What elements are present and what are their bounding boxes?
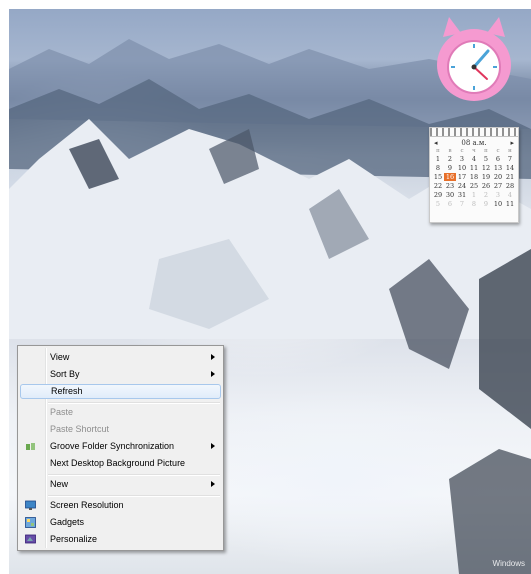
calendar-weekday: ч — [472, 148, 476, 154]
calendar-weekday: в — [448, 148, 452, 154]
calendar-day[interactable]: 6 — [444, 200, 456, 208]
windows-watermark: Windows — [492, 559, 525, 568]
calendar-day[interactable]: 7 — [456, 200, 468, 208]
calendar-day[interactable]: 30 — [444, 191, 456, 199]
calendar-day[interactable]: 5 — [432, 200, 444, 208]
calendar-day[interactable]: 3 — [456, 155, 468, 163]
calendar-day[interactable]: 8 — [468, 200, 480, 208]
menu-item-screen-resolution[interactable]: Screen Resolution — [20, 498, 221, 513]
menu-item-gadgets[interactable]: Gadgets — [20, 515, 221, 530]
menu-item-label: Paste — [50, 407, 74, 417]
calendar-day[interactable]: 11 — [504, 200, 516, 208]
menu-item-sort-by[interactable]: Sort By — [20, 367, 221, 382]
menu-item-next-desktop-background-picture[interactable]: Next Desktop Background Picture — [20, 456, 221, 471]
desktop-background[interactable]: ◂ 08 а.м. ▸ п в с ч п с н 1 2 3 4 5 6 7 8 9 10 11 12 13 14 15… — [9, 9, 531, 574]
calendar-day[interactable]: 29 — [432, 191, 444, 199]
submenu-arrow-icon — [211, 443, 215, 449]
calendar-day[interactable]: 17 — [456, 173, 468, 181]
calendar-day[interactable]: 20 — [492, 173, 504, 181]
menu-item-new[interactable]: New — [20, 477, 221, 492]
calendar-day[interactable]: 23 — [444, 182, 456, 190]
calendar-day[interactable]: 8 — [432, 164, 444, 172]
menu-item-label: Refresh — [51, 386, 83, 396]
calendar-weekday: с — [496, 148, 500, 154]
menu-item-groove-folder-synchronization[interactable]: Groove Folder Synchronization — [20, 439, 221, 454]
calendar-day[interactable]: 18 — [468, 173, 480, 181]
submenu-arrow-icon — [211, 354, 215, 360]
menu-separator — [48, 474, 220, 476]
calendar-day[interactable]: 21 — [504, 173, 516, 181]
calendar-rings — [430, 128, 518, 137]
groove-icon — [25, 441, 36, 452]
submenu-arrow-icon — [211, 481, 215, 487]
calendar-day[interactable]: 6 — [492, 155, 504, 163]
menu-separator — [48, 495, 220, 497]
calendar-day[interactable]: 13 — [492, 164, 504, 172]
desktop-context-menu: View Sort By Refresh Paste Paste Shortcut Gro… — [17, 345, 224, 551]
submenu-arrow-icon — [211, 371, 215, 377]
menu-separator — [48, 402, 220, 404]
personalize-icon — [25, 534, 36, 545]
calendar-day[interactable]: 24 — [456, 182, 468, 190]
calendar-day[interactable]: 28 — [504, 182, 516, 190]
clock-icon — [437, 17, 511, 101]
calendar-grid: п в с ч п с н 1 2 3 4 5 6 7 8 9 10 11 12 13 14 15 16 17 18 19 20 21… — [430, 148, 518, 208]
calendar-day-today[interactable]: 16 — [444, 173, 456, 181]
calendar-day[interactable]: 14 — [504, 164, 516, 172]
menu-item-view[interactable]: View — [20, 350, 221, 365]
menu-item-label: Sort By — [50, 369, 80, 379]
calendar-day[interactable]: 27 — [492, 182, 504, 190]
calendar-day[interactable]: 5 — [480, 155, 492, 163]
calendar-day[interactable]: 26 — [480, 182, 492, 190]
calendar-day[interactable]: 11 — [468, 164, 480, 172]
calendar-day[interactable]: 3 — [492, 191, 504, 199]
menu-item-label: Screen Resolution — [50, 500, 124, 510]
calendar-day[interactable]: 4 — [504, 191, 516, 199]
gadgets-icon — [25, 517, 36, 528]
next-month-arrow-icon[interactable]: ▸ — [510, 139, 514, 147]
calendar-day[interactable]: 7 — [504, 155, 516, 163]
menu-item-refresh[interactable]: Refresh — [20, 384, 221, 399]
calendar-day[interactable]: 22 — [432, 182, 444, 190]
menu-item-label: Groove Folder Synchronization — [50, 441, 175, 451]
calendar-gadget[interactable]: ◂ 08 а.м. ▸ п в с ч п с н 1 2 3 4 5 6 7 8 9 10 11 12 13 14 15… — [429, 127, 519, 223]
calendar-day[interactable]: 9 — [444, 164, 456, 172]
menu-item-label: Personalize — [50, 534, 98, 544]
menu-item-personalize[interactable]: Personalize — [20, 532, 221, 547]
calendar-day[interactable]: 31 — [456, 191, 468, 199]
menu-item-paste: Paste — [20, 405, 221, 420]
calendar-weekday: п — [484, 148, 488, 154]
menu-item-paste-shortcut: Paste Shortcut — [20, 422, 221, 437]
menu-item-label: Next Desktop Background Picture — [50, 458, 186, 468]
calendar-day[interactable]: 1 — [432, 155, 444, 163]
monitor-icon — [25, 500, 36, 511]
calendar-day[interactable]: 2 — [480, 191, 492, 199]
clock-gadget[interactable] — [433, 15, 515, 107]
calendar-day[interactable]: 12 — [480, 164, 492, 172]
calendar-day[interactable]: 10 — [456, 164, 468, 172]
calendar-day[interactable]: 1 — [468, 191, 480, 199]
calendar-month-label: 08 а.м. — [461, 139, 487, 147]
calendar-day[interactable]: 10 — [492, 200, 504, 208]
calendar-weekday: п — [436, 148, 440, 154]
calendar-day[interactable]: 2 — [444, 155, 456, 163]
menu-item-label: Gadgets — [50, 517, 85, 527]
calendar-weekday: с — [460, 148, 464, 154]
menu-item-label: View — [50, 352, 70, 362]
calendar-day[interactable]: 25 — [468, 182, 480, 190]
calendar-day[interactable]: 15 — [432, 173, 444, 181]
calendar-day[interactable]: 4 — [468, 155, 480, 163]
menu-item-label: Paste Shortcut — [50, 424, 110, 434]
calendar-weekday: н — [508, 148, 512, 154]
calendar-day[interactable]: 19 — [480, 173, 492, 181]
menu-item-label: New — [50, 479, 69, 489]
calendar-day[interactable]: 9 — [480, 200, 492, 208]
prev-month-arrow-icon[interactable]: ◂ — [434, 139, 438, 147]
